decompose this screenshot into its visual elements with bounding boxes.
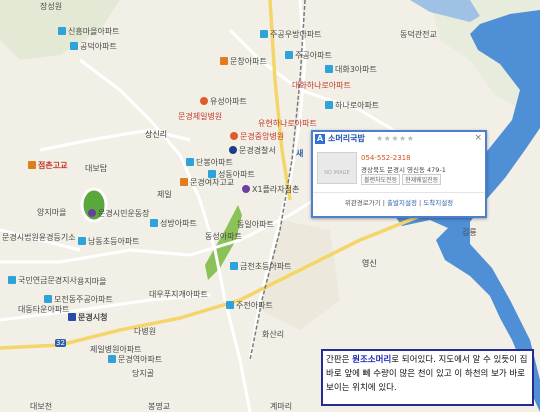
place-label: 상신리 — [145, 130, 168, 139]
school-icon — [220, 57, 228, 65]
place-label: 용지마을 — [77, 277, 107, 286]
place-label: 대보천 — [30, 402, 53, 411]
apartment-icon — [58, 27, 66, 35]
apartment-icon — [70, 42, 78, 50]
place-label: 문경시청 — [68, 313, 107, 323]
start-point-link[interactable]: 출발지설정 — [387, 199, 417, 207]
apartment-icon — [285, 51, 293, 59]
tag-button[interactable]: 볼랜차도전등 — [361, 174, 401, 185]
hospital-icon — [230, 132, 238, 140]
shopping-icon — [242, 185, 250, 193]
apartment-icon — [186, 158, 194, 166]
stadium-icon — [88, 209, 96, 217]
road-number: 32 — [56, 339, 65, 347]
apartment-icon — [325, 65, 333, 73]
place-label: 하나로아파트 — [325, 101, 379, 111]
place-label: 대화하나로아파트 — [292, 81, 351, 90]
place-tags: 볼랜차도전등 현재웨일진등 — [361, 174, 443, 185]
place-label: 주전아파트 — [226, 301, 273, 311]
place-label: 국민연금문경지사 — [8, 276, 77, 286]
place-label: 김룡 — [462, 228, 477, 237]
place-label: 동덕관전교 — [400, 30, 437, 39]
apartment-icon — [150, 219, 158, 227]
place-label: 화산리 — [262, 330, 285, 339]
place-label: X1플라자점촌 — [242, 185, 299, 195]
place-label: 모전동주공아파트 — [44, 295, 113, 305]
place-label: 문경중앙병원 — [230, 132, 284, 142]
place-label: 문경시민운동장 — [88, 209, 150, 219]
place-label: 다병원 — [134, 327, 157, 336]
place-label: 주공우방아파트 — [260, 30, 322, 40]
place-label: 당지골 — [132, 369, 155, 378]
place-label: 점촌고교 — [28, 161, 67, 171]
place-phone: 054-552-2318 — [361, 154, 411, 162]
place-label: 공덕아파트 — [70, 42, 117, 52]
place-label: 성방아파트 — [150, 219, 197, 229]
marker-badge-icon: A — [315, 134, 325, 144]
police-icon — [229, 146, 237, 154]
place-label: 유현하나로아파트 — [258, 119, 317, 128]
apartment-icon — [108, 355, 116, 363]
apartment-icon — [78, 237, 86, 245]
apartment-icon — [44, 295, 52, 303]
apartment-icon — [230, 262, 238, 270]
caption-text: 간판은 — [326, 355, 353, 365]
place-label: 문경역아파트 — [108, 355, 162, 365]
route-link[interactable]: 위관경로가기 — [345, 199, 381, 207]
place-label: 유성아파트 — [200, 97, 247, 107]
apartment-icon — [208, 170, 216, 178]
end-point-link[interactable]: 도착지설정 — [423, 199, 453, 207]
hospital-icon — [200, 97, 208, 105]
place-label: 동일아파트 — [237, 220, 274, 229]
place-label: 문경여자고교 — [180, 178, 234, 188]
place-label: 문창아파트 — [220, 57, 267, 67]
place-label: 주공아파트 — [285, 51, 332, 61]
place-name[interactable]: 소머리국밥 — [328, 134, 365, 143]
close-icon[interactable]: × — [474, 133, 482, 143]
place-label: 문경시법원윤경등기소 — [2, 233, 76, 242]
place-label: 문경경찰서 — [229, 146, 276, 156]
place-label: 대화3아파트 — [325, 65, 377, 75]
place-label: 대보탑 — [85, 164, 108, 173]
place-label: 장성원 — [40, 2, 63, 11]
place-label: 대우푸지개아파트 — [149, 290, 208, 299]
place-label: 제일 — [157, 190, 172, 199]
place-label: 동성아파트 — [205, 232, 242, 241]
place-label: 영신 — [362, 259, 377, 268]
green-area — [260, 220, 340, 330]
city-hall-icon — [68, 313, 76, 321]
place-info-popup[interactable]: A 소머리국밥 ★★★★★ × NO IMAGE 054-552-2318 경상북… — [311, 130, 487, 218]
tag-button[interactable]: 현재웨일진등 — [402, 174, 442, 185]
caption-highlight: 원조소머리 — [352, 355, 392, 365]
rating-stars: ★★★★★ — [376, 134, 415, 143]
place-label: 새 — [296, 149, 304, 158]
place-label: 남동초등아파트 — [78, 237, 140, 247]
place-label: 봉명교 — [148, 402, 171, 411]
place-label: 금천초등아파트 — [230, 262, 292, 272]
place-label: 문경제일병원 — [178, 112, 223, 121]
apartment-icon — [260, 30, 268, 38]
route-links: 위관경로가기 | 출발지설정 | 도착지설정 — [313, 192, 485, 207]
school-icon — [180, 178, 188, 186]
place-thumbnail: NO IMAGE — [317, 152, 357, 184]
caption-box: 간판은 원조소머리로 되어있다. 지도에서 알 수 있듯이 집 바로 앞에 뻬 … — [321, 349, 534, 406]
apartment-icon — [226, 301, 234, 309]
place-label: 양지마을 — [37, 208, 67, 217]
apartment-icon — [325, 101, 333, 109]
place-label: 계마리 — [270, 402, 293, 411]
apartment-icon — [8, 276, 16, 284]
road — [79, 58, 152, 122]
place-label: 대동타운아파트 — [18, 305, 70, 314]
place-label: 제일병원아파트 — [90, 345, 142, 354]
school-icon — [28, 161, 36, 169]
place-label: 단봉아파트 — [186, 158, 233, 168]
place-address: 경상북도 문경시 영신동 479-1 — [361, 166, 446, 174]
place-label: 신흥마을아파트 — [58, 27, 120, 37]
